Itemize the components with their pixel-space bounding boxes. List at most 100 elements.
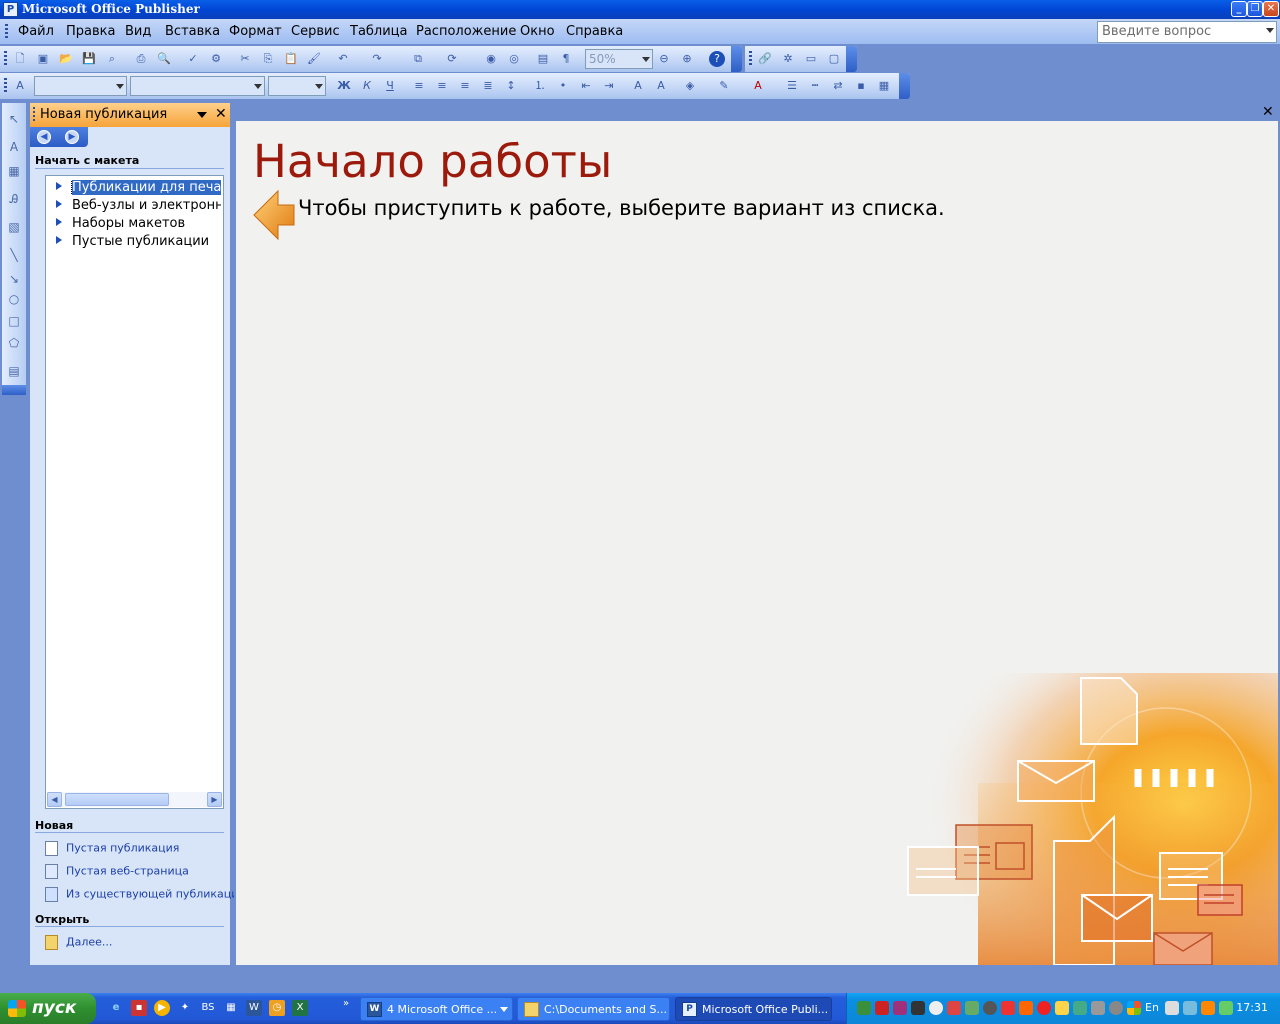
link-from-existing[interactable]: Из существующей публикации... <box>45 887 256 902</box>
link-blank-publication[interactable]: Пустая публикация <box>45 841 179 856</box>
line-icon[interactable]: ╲ <box>6 247 22 263</box>
bullets-icon[interactable]: • <box>555 78 571 94</box>
close-icon[interactable]: ✕ <box>1262 104 1274 120</box>
tree-item-design-sets[interactable]: Наборы макетов <box>56 216 221 231</box>
print-icon[interactable]: ⎙ <box>133 51 149 67</box>
clock[interactable]: 17:31 <box>1236 1001 1268 1014</box>
taskbar-item-word[interactable]: W 4 Microsoft Office ... <box>360 997 513 1021</box>
quicklaunch-calculator-icon[interactable]: ▦ <box>223 1000 239 1016</box>
scroll-left-icon[interactable]: ◀ <box>47 792 62 807</box>
align-center-icon[interactable]: ≡ <box>434 78 450 94</box>
save-icon[interactable]: 💾 <box>81 51 97 67</box>
excel-icon[interactable]: X <box>292 1000 308 1016</box>
tray-disc-icon[interactable] <box>929 1001 943 1015</box>
tray-app7-icon[interactable] <box>1055 1001 1069 1015</box>
tray-app4-icon[interactable] <box>983 1001 997 1015</box>
style-combo[interactable] <box>34 76 127 96</box>
bold-button[interactable]: Ж <box>336 78 352 94</box>
tree-item-web[interactable]: Веб-узлы и электронная почта <box>56 198 221 213</box>
horizontal-scrollbar[interactable]: ◀ ▶ <box>47 792 222 807</box>
shadow-style-icon[interactable]: ▪ <box>853 78 869 94</box>
spelling-icon[interactable]: ✓ <box>185 51 201 67</box>
picture-icon[interactable]: ▧ <box>6 219 22 235</box>
wordart-icon[interactable]: Ꭿ <box>6 191 22 207</box>
new-icon[interactable]: 🗋 <box>12 51 28 67</box>
publication-types-tree[interactable]: Публикации для печати Веб-узлы и электро… <box>45 175 224 809</box>
tree-item-print[interactable]: Публикации для печати <box>56 180 221 195</box>
taskbar-item-publisher[interactable]: P Microsoft Office Publi... <box>675 997 832 1021</box>
task-pane-grip[interactable] <box>33 107 35 123</box>
quicklaunch-more-icon[interactable]: » <box>338 996 354 1012</box>
back-icon[interactable]: ◀ <box>37 130 51 144</box>
taskbar-item-explorer[interactable]: C:\Documents and S... <box>517 997 670 1021</box>
menu-help[interactable]: Справка <box>566 24 623 39</box>
link-open-more[interactable]: Далее... <box>45 935 112 950</box>
search-icon[interactable]: ⌕ <box>104 51 120 67</box>
table-icon[interactable]: ▦ <box>6 163 22 179</box>
decrease-font-icon[interactable]: A <box>630 78 646 94</box>
line-spacing-icon[interactable]: ↕ <box>503 78 519 94</box>
tray-app11-icon[interactable] <box>1201 1001 1215 1015</box>
tray-windows-icon[interactable] <box>1127 1001 1141 1015</box>
tray-opera-icon[interactable] <box>1037 1001 1051 1015</box>
tray-app8-icon[interactable] <box>1109 1001 1123 1015</box>
zoom-out-magnifier-icon[interactable]: ⊖ <box>656 51 672 67</box>
3d-style-icon[interactable]: ▦ <box>876 78 892 94</box>
redo-icon[interactable]: ↷ <box>369 51 385 67</box>
arrow-style-icon[interactable]: ⇄ <box>830 78 846 94</box>
quicklaunch-clock-icon[interactable]: ◷ <box>269 1000 285 1016</box>
web-options-icon[interactable]: ✲ <box>780 51 796 67</box>
dash-style-icon[interactable]: ┅ <box>807 78 823 94</box>
tray-app6-icon[interactable] <box>1019 1001 1033 1015</box>
line-style-icon[interactable]: ☰ <box>784 78 800 94</box>
publisher-icon[interactable]: P <box>3 2 18 17</box>
minimize-button[interactable]: _ <box>1231 1 1247 17</box>
menu-tools[interactable]: Сервис <box>291 24 340 39</box>
undo-icon[interactable]: ↶ <box>335 51 351 67</box>
text-box-icon[interactable]: A <box>6 139 22 155</box>
restore-button[interactable]: ❐ <box>1247 1 1263 17</box>
zoom-in-magnifier-icon[interactable]: ⊕ <box>679 51 695 67</box>
scroll-right-icon[interactable]: ▶ <box>207 792 222 807</box>
chevron-down-icon[interactable] <box>116 84 124 89</box>
tray-network-icon[interactable] <box>1073 1001 1087 1015</box>
publish-icon[interactable]: ▣ <box>35 51 51 67</box>
chevron-down-icon[interactable] <box>1266 28 1274 33</box>
toolbar-options-chevron[interactable] <box>846 46 857 72</box>
print-preview-icon[interactable]: 🔍 <box>156 51 172 67</box>
volume-icon[interactable] <box>911 1001 925 1015</box>
decrease-indent-icon[interactable]: ⇤ <box>578 78 594 94</box>
forward-icon[interactable]: ▶ <box>65 130 79 144</box>
chevron-down-icon[interactable] <box>642 57 650 62</box>
underline-button[interactable]: Ч <box>382 78 398 94</box>
tray-app12-icon[interactable] <box>1219 1001 1233 1015</box>
tray-app3-icon[interactable] <box>965 1001 979 1015</box>
menu-file[interactable]: Файл <box>18 24 54 39</box>
internet-explorer-icon[interactable]: e <box>108 1000 124 1016</box>
close-icon[interactable]: ✕ <box>215 106 227 122</box>
columns-icon[interactable]: ▤ <box>535 51 551 67</box>
chevron-down-icon[interactable] <box>197 112 207 118</box>
start-button[interactable]: пуск <box>0 993 96 1024</box>
help-icon[interactable]: ? <box>709 51 725 67</box>
open-icon[interactable]: 📂 <box>58 51 74 67</box>
copy-icon[interactable]: ⎘ <box>260 51 276 67</box>
media-player-icon[interactable]: ▶ <box>154 1000 170 1016</box>
toolbar-grip[interactable] <box>4 78 7 94</box>
tray-media-icon[interactable] <box>893 1001 907 1015</box>
increase-indent-icon[interactable]: ⇥ <box>601 78 617 94</box>
tray-network2-icon[interactable] <box>1091 1001 1105 1015</box>
zoom-out-icon[interactable]: ◎ <box>506 51 522 67</box>
zoom-in-icon[interactable]: ◉ <box>483 51 499 67</box>
font-size-combo[interactable] <box>268 76 326 96</box>
tray-app2-icon[interactable] <box>947 1001 961 1015</box>
quicklaunch-bs-icon[interactable]: BS <box>200 1000 216 1016</box>
research-icon[interactable]: ⚙ <box>208 51 224 67</box>
close-button[interactable]: ✕ <box>1263 1 1279 17</box>
arrow-icon[interactable]: ↘ <box>6 271 22 287</box>
cut-icon[interactable]: ✂ <box>237 51 253 67</box>
rotate-icon[interactable]: ⟳ <box>444 51 460 67</box>
toolbar-options-chevron[interactable] <box>899 73 910 99</box>
oval-icon[interactable]: ○ <box>6 291 22 307</box>
word-icon[interactable]: W <box>246 1000 262 1016</box>
